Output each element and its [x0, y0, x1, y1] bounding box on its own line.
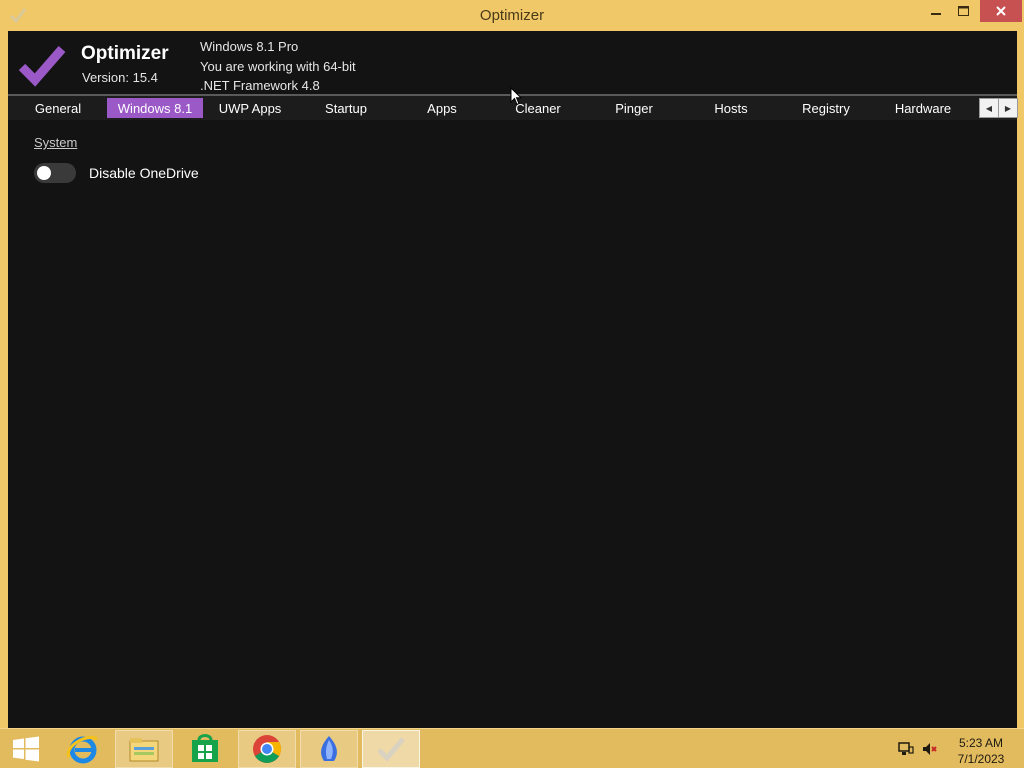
optimizer-icon	[377, 737, 405, 762]
app-icon	[321, 736, 337, 761]
chevron-left-icon: ◀	[985, 103, 993, 113]
tab-scroll-right-button[interactable]: ▶	[998, 98, 1018, 118]
window-title: Optimizer	[479, 7, 545, 24]
disable-onedrive-toggle[interactable]	[34, 163, 76, 183]
system-info: Windows 8.1 Pro You are working with 64-…	[200, 37, 356, 96]
store-button[interactable]	[176, 730, 234, 768]
mouse-cursor-icon	[510, 87, 522, 106]
minimize-button[interactable]	[922, 0, 950, 22]
app-name: Optimizer	[81, 43, 169, 64]
disable-onedrive-label[interactable]: Disable OneDrive	[89, 165, 199, 181]
windows-logo-icon	[13, 736, 39, 762]
optimizer-logo-icon	[18, 46, 66, 87]
tab-windows-8-1[interactable]: Windows 8.1	[107, 98, 203, 118]
file-explorer-icon	[129, 738, 159, 762]
system-clock[interactable]: 5:23 AM 7/1/2023	[950, 735, 1012, 767]
tab-hosts[interactable]: Hosts	[703, 98, 759, 118]
app-button[interactable]	[300, 730, 358, 768]
app-client-area: Optimizer Version: 15.4 Windows 8.1 Pro …	[8, 31, 1018, 728]
tab-startup[interactable]: Startup	[311, 98, 381, 118]
start-button[interactable]	[0, 730, 52, 768]
volume-muted-icon[interactable]	[922, 741, 938, 757]
chrome-icon	[253, 735, 281, 763]
title-bar[interactable]: Optimizer	[0, 0, 1024, 31]
file-explorer-button[interactable]	[115, 730, 173, 768]
internet-explorer-icon	[66, 736, 98, 764]
close-button[interactable]	[980, 0, 1022, 22]
minimize-icon	[931, 13, 941, 15]
clock-time: 5:23 AM	[958, 736, 1004, 750]
chevron-right-icon: ▶	[1004, 103, 1012, 113]
tab-pinger[interactable]: Pinger	[603, 98, 665, 118]
tab-scroll-left-button[interactable]: ◀	[979, 98, 999, 118]
toggle-knob	[37, 166, 51, 180]
tab-hardware[interactable]: Hardware	[883, 98, 963, 118]
taskbar: 5:23 AM 7/1/2023	[0, 728, 1024, 768]
tab-registry[interactable]: Registry	[791, 98, 861, 118]
store-icon	[192, 734, 218, 762]
tab-uwp-apps[interactable]: UWP Apps	[213, 98, 287, 118]
tab-apps[interactable]: Apps	[416, 98, 468, 118]
clock-date: 7/1/2023	[957, 752, 1005, 766]
architecture-info: You are working with 64-bit	[200, 58, 356, 74]
tab-general[interactable]: General	[24, 98, 92, 118]
network-icon[interactable]	[898, 741, 914, 757]
internet-explorer-button[interactable]	[54, 730, 112, 768]
maximize-icon	[957, 6, 969, 16]
section-system-link[interactable]: System	[34, 135, 77, 150]
optimizer-taskbar-button[interactable]	[362, 730, 420, 768]
os-name: Windows 8.1 Pro	[200, 39, 299, 54]
close-icon	[996, 6, 1006, 16]
chrome-button[interactable]	[238, 730, 296, 768]
framework-info: .NET Framework 4.8	[200, 78, 320, 93]
maximize-button[interactable]	[950, 0, 976, 22]
app-version: Version: 15.4	[82, 70, 158, 85]
optimizer-window: Optimizer Optimizer Version: 15.4 Window…	[0, 0, 1024, 728]
